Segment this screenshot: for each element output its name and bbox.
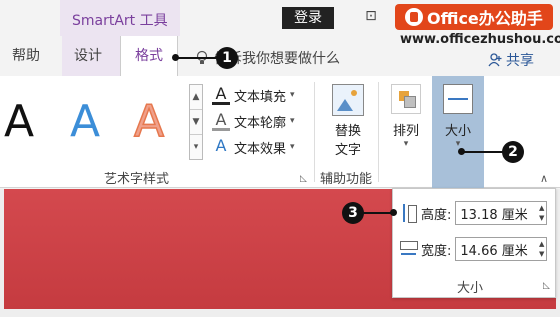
login-button[interactable]: 登录: [282, 7, 334, 29]
shape-width-icon: [399, 238, 418, 260]
arrange-button[interactable]: 排列 ▾: [384, 84, 428, 149]
arrange-label: 排列: [392, 124, 419, 139]
website-watermark: www.officezhushou.com: [400, 32, 560, 47]
brand-name: Office办公助手: [427, 9, 543, 28]
callout-dot-3: [390, 209, 397, 216]
text-effect-button[interactable]: A 文本效果 ▾: [212, 136, 295, 158]
wordart-dialog-launcher-icon[interactable]: ◺: [300, 174, 307, 184]
callout-marker-3: 3: [342, 202, 364, 224]
shape-height-icon: [399, 202, 417, 224]
chevron-down-icon: ▾: [290, 90, 295, 100]
alt-text-button[interactable]: 替换 文字: [328, 84, 368, 158]
height-value: 13.18 厘米: [460, 207, 528, 223]
height-row: 高度: 13.18 厘米 ▲ ▼: [399, 201, 548, 225]
title-bar: SmartArt 工具 登录 ⊡ Office办公助手: [0, 0, 560, 36]
share-person-icon: [488, 53, 502, 67]
callout-dot-2: [458, 148, 465, 155]
callout-line-3: [362, 212, 392, 214]
tab-design[interactable]: 设计: [62, 36, 120, 76]
gallery-expand[interactable]: ▾: [190, 135, 202, 160]
share-label: 共享: [506, 53, 534, 69]
size-dialog-launcher-icon[interactable]: ◺: [543, 281, 550, 291]
text-outline-label: 文本轮廓: [234, 115, 287, 131]
collapse-ribbon-icon[interactable]: ∧: [540, 172, 548, 185]
brand-logo-icon: [405, 8, 423, 26]
text-fill-button[interactable]: A 文本填充 ▾: [212, 84, 295, 106]
smartart-tools-context-label: SmartArt 工具: [60, 0, 180, 36]
chevron-down-icon: ▾: [403, 139, 409, 149]
text-effect-label: 文本效果: [234, 141, 287, 157]
text-effect-icon: A: [215, 136, 227, 155]
chevron-down-icon: ▾: [455, 139, 461, 149]
tab-help[interactable]: 帮助: [12, 36, 40, 76]
share-button[interactable]: 共享: [488, 50, 534, 70]
ribbon-panel: A A A ▲ ▼ ▾ A 文本填充 ▾ A 文本轮廓 ▾ A 文本效果 ▾ 艺…: [0, 76, 560, 188]
chevron-down-icon: ▾: [290, 116, 295, 126]
callout-line-2: [462, 151, 504, 153]
wordart-gallery-scroll: ▲ ▼ ▾: [189, 84, 203, 160]
width-row: 宽度: 14.66 厘米 ▲ ▼: [399, 237, 548, 261]
gallery-scroll-down[interactable]: ▼: [190, 110, 202, 135]
height-spinner[interactable]: ▲ ▼: [539, 203, 544, 223]
arrange-icon: [391, 84, 421, 114]
group-divider: [314, 82, 315, 182]
wordart-style-blue[interactable]: A: [70, 96, 100, 147]
callout-marker-2: 2: [502, 141, 524, 163]
width-input[interactable]: 14.66 厘米 ▲ ▼: [455, 237, 548, 261]
ribbon-display-options-icon[interactable]: ⊡: [360, 8, 382, 28]
chevron-down-icon: ▾: [290, 142, 295, 152]
size-label: 大小: [444, 124, 471, 139]
brand-watermark: Office办公助手: [395, 4, 553, 30]
text-fill-label: 文本填充: [234, 89, 287, 105]
width-value: 14.66 厘米: [460, 243, 528, 259]
tab-format[interactable]: 格式: [120, 36, 178, 76]
alt-text-label-line2: 文字: [334, 143, 361, 158]
ribbon-tab-row: 帮助 设计 格式 告诉我你想要做什么 www.officezhushou.com…: [0, 32, 560, 76]
size-button[interactable]: 大小 ▾: [432, 76, 484, 188]
gallery-scroll-up[interactable]: ▲: [190, 85, 202, 110]
height-input[interactable]: 13.18 厘米 ▲ ▼: [455, 201, 548, 225]
callout-line-1: [176, 57, 218, 59]
size-icon: [443, 84, 473, 114]
size-group-label: 大小: [457, 281, 484, 296]
width-spinner[interactable]: ▲ ▼: [539, 239, 544, 259]
callout-dot-1: [172, 54, 179, 61]
callout-marker-1: 1: [216, 47, 238, 69]
alt-text-label-line1: 替换: [334, 124, 361, 139]
height-label: 高度:: [421, 207, 452, 223]
image-alt-text-icon: [332, 84, 364, 116]
wordart-styles-group-label: 艺术字样式: [104, 172, 170, 187]
group-divider: [378, 82, 379, 182]
text-outline-button[interactable]: A 文本轮廓 ▾: [212, 110, 295, 132]
width-label: 宽度:: [421, 243, 452, 259]
size-dropdown-panel: 高度: 13.18 厘米 ▲ ▼ 宽度: 14.66 厘米 ▲ ▼ 大小 ◺: [392, 188, 556, 298]
wordart-style-orange-outline[interactable]: A: [133, 95, 165, 148]
text-outline-icon: A: [212, 111, 230, 131]
text-fill-icon: A: [212, 85, 230, 105]
accessibility-group-label: 辅助功能: [320, 172, 373, 187]
wordart-style-black[interactable]: A: [4, 96, 34, 147]
